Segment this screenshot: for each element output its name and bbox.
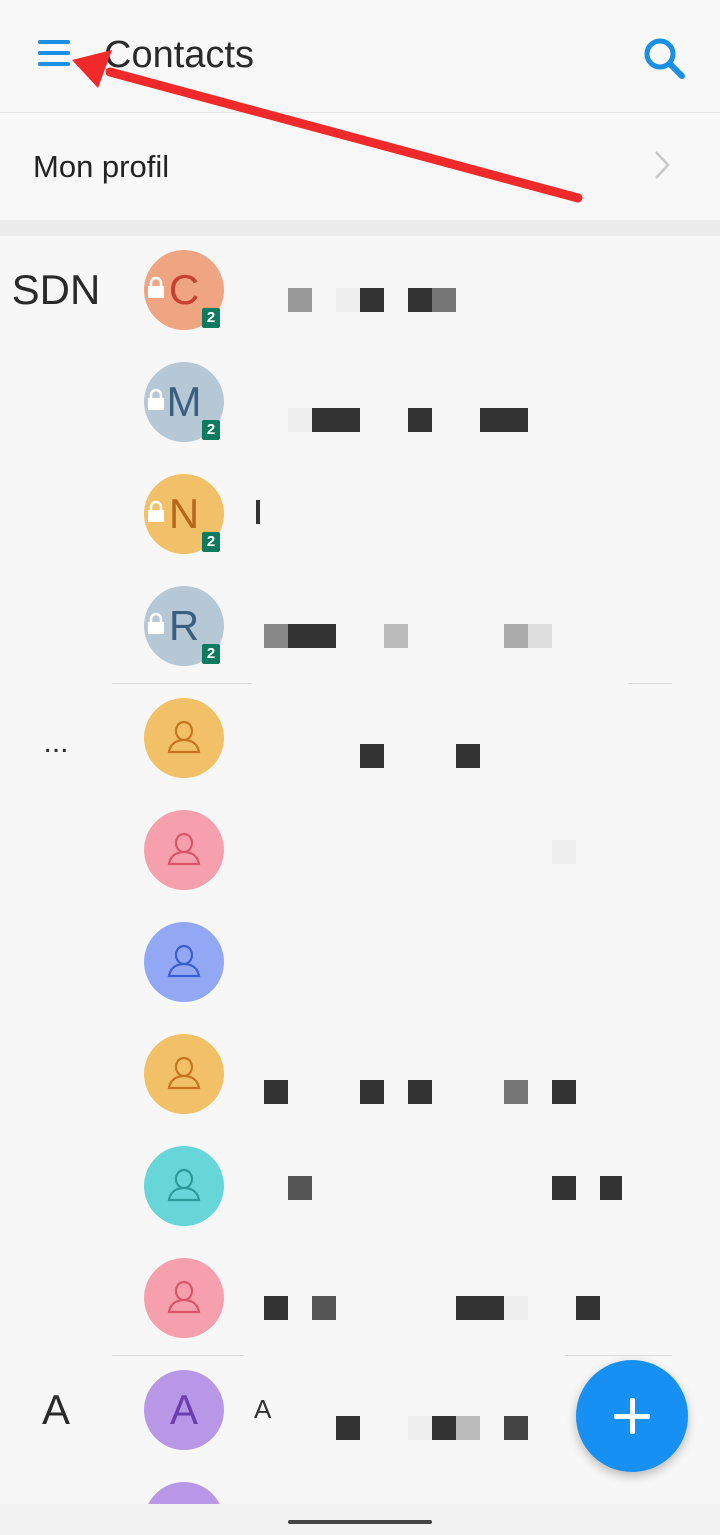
person-icon [167, 1056, 201, 1090]
list-item[interactable] [112, 908, 720, 1020]
contact-name-redacted [262, 288, 682, 312]
avatar-initial: C [168, 266, 200, 313]
list-item[interactable] [112, 1020, 720, 1132]
page-title: Contacts [104, 34, 254, 76]
list-item[interactable]: C 2 [112, 236, 720, 348]
navigation-bar [0, 1504, 720, 1535]
section-header-sdn: SDN [11, 266, 101, 313]
my-profile-row[interactable]: Mon profil [0, 113, 720, 220]
lock-icon [148, 612, 164, 634]
home-indicator[interactable] [288, 1520, 432, 1524]
avatar [144, 1146, 224, 1226]
app-header: Contacts [0, 0, 720, 113]
avatar [144, 810, 224, 890]
list-item[interactable] [112, 1468, 720, 1506]
contact-name-redacted [262, 408, 682, 432]
sim-badge: 2 [202, 532, 220, 552]
person-icon [167, 1280, 201, 1314]
search-icon[interactable] [640, 34, 690, 84]
contact-name-redacted [262, 624, 682, 648]
avatar-initial: N [168, 490, 200, 537]
section-separator [0, 220, 720, 236]
contact-name-redacted [256, 500, 682, 524]
chevron-right-icon [655, 151, 670, 179]
avatar [144, 922, 224, 1002]
list-item[interactable] [112, 1244, 720, 1356]
person-icon [167, 944, 201, 978]
menu-icon[interactable] [38, 40, 74, 72]
contact-name-redacted [262, 840, 682, 864]
list-item[interactable] [112, 1132, 720, 1244]
avatar-initial: A [169, 1386, 198, 1433]
avatar [144, 1258, 224, 1338]
person-icon [167, 720, 201, 754]
my-profile-label: Mon profil [33, 149, 170, 184]
contact-name-redacted [262, 1080, 682, 1104]
list-item[interactable] [112, 684, 720, 796]
avatar-initial: R [168, 602, 200, 649]
contact-name-redacted [262, 744, 682, 768]
person-icon [167, 1168, 201, 1202]
list-item[interactable]: N 2 [112, 460, 720, 572]
lock-icon [148, 388, 164, 410]
avatar-initial: M [166, 378, 202, 425]
sim-badge: 2 [202, 644, 220, 664]
contact-name-redacted [262, 1176, 682, 1200]
contact-name-redacted [262, 1296, 682, 1320]
avatar [144, 1034, 224, 1114]
avatar [144, 698, 224, 778]
section-header-other: ... [43, 726, 69, 759]
list-item[interactable]: R 2 [112, 572, 720, 684]
avatar: A [144, 1370, 224, 1450]
section-header-a: A [41, 1386, 70, 1433]
sim-badge: 2 [202, 308, 220, 328]
lock-icon [148, 500, 164, 522]
contact-list[interactable]: SDN C 2 M 2 N 2 R 2 ... A A A [0, 236, 720, 1506]
person-icon [167, 832, 201, 866]
avatar [144, 1482, 224, 1506]
add-contact-button[interactable] [576, 1360, 688, 1472]
list-item[interactable] [112, 796, 720, 908]
sim-badge: 2 [202, 420, 220, 440]
lock-icon [148, 276, 164, 298]
list-item[interactable]: M 2 [112, 348, 720, 460]
